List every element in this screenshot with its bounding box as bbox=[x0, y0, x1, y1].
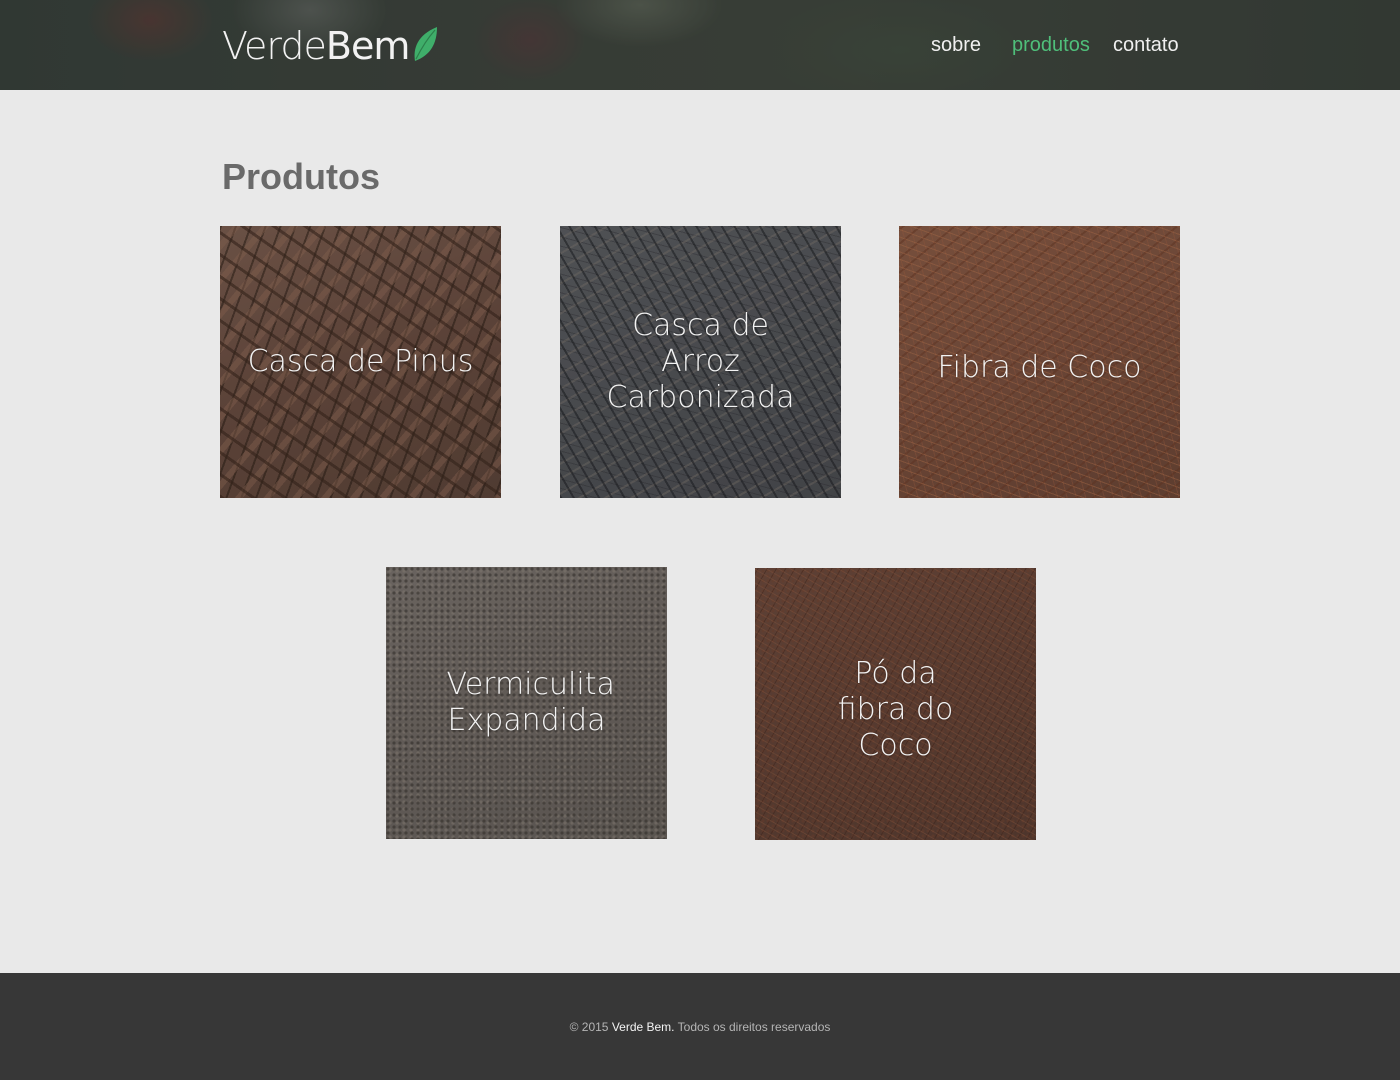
product-card-casca-de-arroz[interactable]: Casca de Arroz Carbonizada bbox=[560, 226, 841, 498]
footer-copyright: © 2015 Verde Bem. Todos os direitos rese… bbox=[0, 1020, 1400, 1034]
product-label: Casca de Pinus bbox=[247, 344, 474, 379]
product-label: Casca de Arroz Carbonizada bbox=[606, 308, 795, 415]
logo-word-verde: Verde bbox=[222, 24, 327, 68]
product-label: Fibra de Coco bbox=[937, 350, 1142, 385]
product-label: Vermiculita Expandida bbox=[446, 667, 615, 738]
nav-sobre[interactable]: sobre bbox=[931, 34, 981, 57]
product-card-fibra-de-coco[interactable]: Fibra de Coco bbox=[899, 226, 1180, 498]
product-card-casca-de-pinus[interactable]: Casca de Pinus bbox=[220, 226, 501, 498]
page-title: Produtos bbox=[222, 156, 380, 197]
nav-produtos[interactable]: produtos bbox=[1012, 34, 1090, 57]
product-label: Pó da fibra do Coco bbox=[837, 656, 954, 763]
nav-contato[interactable]: contato bbox=[1113, 34, 1179, 57]
footer-brand: Verde Bem. bbox=[611, 1020, 675, 1034]
copyright-year: © 2015 bbox=[569, 1020, 609, 1034]
product-card-po-da-fibra[interactable]: Pó da fibra do Coco bbox=[755, 568, 1036, 840]
footer-rights: Todos os direitos reservados bbox=[677, 1020, 831, 1034]
leaf-icon bbox=[414, 27, 438, 61]
product-card-vermiculita[interactable]: Vermiculita Expandida bbox=[386, 567, 667, 839]
site-logo[interactable]: Verde Bem bbox=[222, 24, 439, 68]
logo-word-bem: Bem bbox=[325, 24, 410, 68]
site-header bbox=[0, 0, 1400, 90]
